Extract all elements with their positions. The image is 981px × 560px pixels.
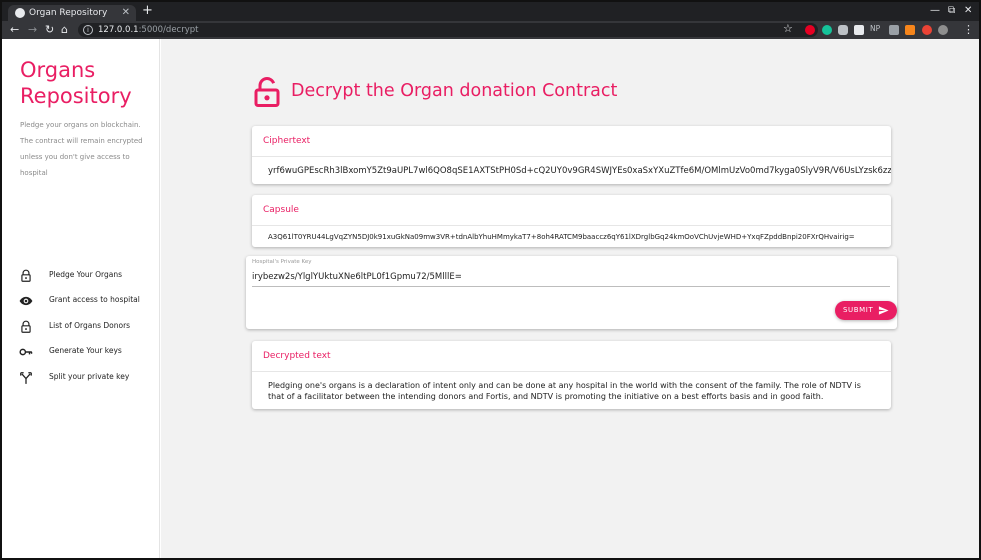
sidebar: Organs Repository Pledge your organs on … bbox=[2, 39, 160, 558]
address-bar[interactable]: i 127.0.0.1:5000/decrypt bbox=[78, 23, 818, 37]
profile-avatar-icon[interactable] bbox=[938, 25, 948, 35]
send-icon bbox=[878, 306, 889, 315]
sidebar-item-split-key[interactable]: Split your private key bbox=[2, 366, 160, 391]
sidebar-item-label: Pledge Your Organs bbox=[49, 270, 123, 279]
private-key-input[interactable] bbox=[252, 267, 890, 287]
shield-extension-icon[interactable] bbox=[889, 25, 899, 35]
submit-label: SUBMIT bbox=[843, 306, 874, 314]
brand-line-1: Organs bbox=[20, 58, 96, 82]
lock-icon bbox=[21, 320, 31, 333]
sidebar-item-pledge-organs[interactable]: Pledge Your Organs bbox=[2, 264, 160, 289]
bookmark-star-icon[interactable]: ☆ bbox=[783, 22, 793, 35]
back-arrow-icon[interactable]: ← bbox=[10, 23, 19, 37]
lock-icon bbox=[21, 269, 31, 282]
page-title: Decrypt the Organ donation Contract bbox=[291, 81, 618, 101]
mail-extension-icon[interactable] bbox=[854, 25, 864, 35]
sidebar-item-generate-keys[interactable]: Generate Your keys bbox=[2, 340, 160, 365]
scroll-edge bbox=[975, 39, 979, 558]
np-extension-icon[interactable]: NP bbox=[870, 24, 880, 33]
ciphertext-value: yrf6wuGPEscRh3lBxomY5Zt9aUPL7wl6QO8qSE1A… bbox=[268, 166, 891, 176]
eye-icon bbox=[19, 297, 33, 306]
main-content: Decrypt the Organ donation Contract Ciph… bbox=[161, 39, 979, 558]
decrypted-card: Decrypted text Pledging one's organs is … bbox=[252, 341, 891, 409]
info-icon[interactable]: i bbox=[83, 25, 93, 35]
reload-icon[interactable]: ↻ bbox=[45, 23, 54, 37]
browser-toolbar: ← → ↻ ⌂ i 127.0.0.1:5000/decrypt ☆ NP ⋮ bbox=[2, 21, 979, 39]
sidebar-item-label: Grant access to hospital bbox=[49, 295, 140, 305]
capsule-title: Capsule bbox=[263, 205, 299, 215]
metamask-extension-icon[interactable] bbox=[905, 25, 915, 35]
key-icon bbox=[19, 348, 33, 356]
cloud-extension-icon[interactable] bbox=[838, 25, 848, 35]
browser-tab-strip: Organ Repository ✕ + — ⧉ ✕ bbox=[2, 2, 979, 21]
private-key-form: Hospital's Private Key SUBMIT bbox=[246, 256, 897, 329]
card-divider bbox=[252, 225, 891, 226]
sidebar-item-label: Generate Your keys bbox=[49, 346, 122, 356]
pinterest-extension-icon[interactable] bbox=[805, 25, 815, 35]
card-divider bbox=[252, 156, 891, 157]
ciphertext-card: Ciphertext yrf6wuGPEscRh3lBxomY5Zt9aUPL7… bbox=[252, 126, 891, 184]
home-icon[interactable]: ⌂ bbox=[61, 23, 68, 37]
restore-button[interactable]: ⧉ bbox=[948, 5, 955, 17]
menu-kebab-icon[interactable]: ⋮ bbox=[963, 23, 974, 37]
brand-line-2: Repository bbox=[20, 84, 132, 108]
sidebar-item-grant-access[interactable]: Grant access to hospital bbox=[2, 289, 160, 314]
sidebar-nav: Pledge Your Organs Grant access to hospi… bbox=[2, 264, 160, 391]
sidebar-item-list-donors[interactable]: List of Organs Donors bbox=[2, 315, 160, 340]
decrypted-value: Pledging one's organs is a declaration o… bbox=[268, 381, 861, 401]
card-divider bbox=[252, 371, 891, 372]
new-tab-button[interactable]: + bbox=[142, 3, 153, 19]
globe-icon bbox=[15, 8, 25, 18]
private-key-label: Hospital's Private Key bbox=[252, 259, 312, 265]
sidebar-item-label: Split your private key bbox=[49, 371, 130, 381]
sidebar-item-label: List of Organs Donors bbox=[49, 320, 131, 330]
forward-arrow-icon[interactable]: → bbox=[28, 23, 37, 37]
url-text: 127.0.0.1:5000/decrypt bbox=[98, 25, 199, 35]
capsule-card: Capsule A3Q61lT0YRU44LgVqZYN5DJ0k91xuGkN… bbox=[252, 195, 891, 247]
tab-title: Organ Repository bbox=[29, 8, 108, 18]
ciphertext-title: Ciphertext bbox=[263, 136, 311, 146]
brand-title: Organs Repository bbox=[20, 57, 132, 109]
record-extension-icon[interactable] bbox=[922, 25, 932, 35]
lock-open-icon bbox=[254, 77, 280, 107]
split-icon bbox=[20, 371, 32, 384]
minimize-button[interactable]: — bbox=[930, 5, 940, 17]
browser-tab[interactable]: Organ Repository ✕ bbox=[8, 5, 136, 21]
tab-close-button[interactable]: ✕ bbox=[122, 5, 130, 21]
tagline: Pledge your organs on blockchain. The co… bbox=[20, 121, 143, 177]
decrypted-title: Decrypted text bbox=[263, 351, 331, 361]
close-window-button[interactable]: ✕ bbox=[964, 5, 972, 17]
grammarly-extension-icon[interactable] bbox=[822, 25, 832, 35]
capsule-value: A3Q61lT0YRU44LgVqZYN5DJ0k91xuGkNa09mw3VR… bbox=[268, 233, 855, 241]
submit-button[interactable]: SUBMIT bbox=[835, 301, 897, 320]
